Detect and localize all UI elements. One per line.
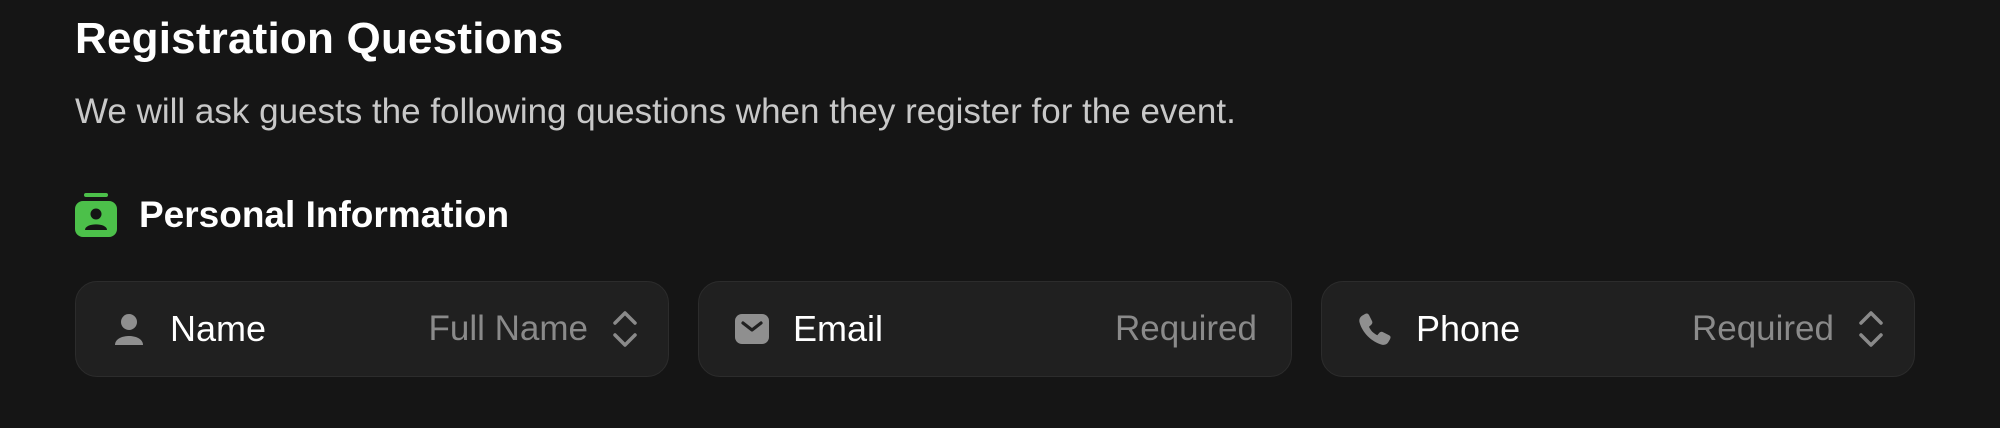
- envelope-icon: [735, 312, 769, 346]
- question-label: Phone: [1416, 308, 1521, 349]
- question-card-email[interactable]: Email Required: [698, 281, 1292, 377]
- question-card-phone[interactable]: Phone Required: [1321, 281, 1915, 377]
- question-label: Email: [793, 308, 884, 349]
- section-header-personal-information: Personal Information: [75, 190, 509, 240]
- id-badge-icon: [75, 193, 117, 237]
- question-cards: Name Full Name Email Required Phone Requ…: [75, 281, 1915, 377]
- question-requirement-value: Required: [1691, 309, 1834, 348]
- chevron-up-down-icon[interactable]: [610, 307, 640, 351]
- registration-questions-panel: Registration Questions We will ask guest…: [0, 0, 2000, 428]
- question-requirement-value: Full Name: [428, 309, 588, 348]
- page-description: We will ask guests the following questio…: [75, 92, 1236, 131]
- section-title: Personal Information: [139, 194, 510, 235]
- question-label: Name: [170, 308, 267, 349]
- page-title: Registration Questions: [75, 14, 564, 63]
- chevron-up-down-icon[interactable]: [1856, 307, 1886, 351]
- question-card-name[interactable]: Name Full Name: [75, 281, 669, 377]
- question-requirement-value: Required: [1114, 309, 1257, 348]
- person-icon: [112, 312, 146, 346]
- phone-icon: [1358, 312, 1392, 346]
